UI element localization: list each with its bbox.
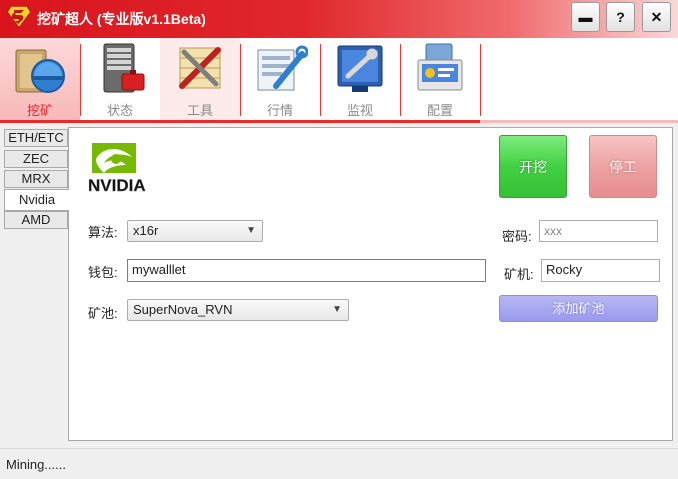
tab-monitor-label: 监视 bbox=[346, 103, 373, 118]
password-input[interactable]: xxx bbox=[539, 220, 658, 242]
miner-helmet-icon bbox=[15, 49, 65, 93]
sidebar-item-zec[interactable]: ZEC bbox=[4, 150, 68, 168]
algorithm-value: x16r bbox=[133, 223, 159, 238]
tab-market-label: 行情 bbox=[266, 103, 293, 118]
tab-config-label: 配置 bbox=[426, 103, 453, 118]
status-text: Mining...... bbox=[6, 457, 66, 472]
stop-mining-button[interactable]: 停工 bbox=[589, 135, 657, 198]
tab-status[interactable]: 状态 bbox=[80, 38, 160, 120]
worker-input[interactable]: Rocky bbox=[541, 259, 660, 282]
status-bar: Mining...... bbox=[0, 448, 678, 479]
superman-logo-icon bbox=[7, 6, 31, 28]
tab-divider bbox=[480, 44, 481, 116]
pool-label: 矿池: bbox=[88, 306, 118, 321]
sidebar-item-mrx[interactable]: MRX bbox=[4, 170, 68, 188]
password-label: 密码: bbox=[502, 229, 532, 244]
sidebar-item-eth-etc[interactable]: ETH/ETC bbox=[4, 129, 68, 147]
algorithm-select[interactable]: x16r ▼ bbox=[127, 220, 263, 242]
chevron-down-icon: ▼ bbox=[246, 225, 256, 236]
worker-label: 矿机: bbox=[504, 267, 534, 282]
sidebar-item-amd[interactable]: AMD bbox=[4, 211, 68, 229]
title-bar: 挖矿超人 (专业版v1.1Beta) ▬ ? ✕ bbox=[0, 0, 678, 38]
tab-mining-label: 挖矿 bbox=[26, 103, 53, 118]
wallet-input[interactable]: mywalllet bbox=[127, 259, 486, 282]
tab-tools-label: 工具 bbox=[186, 103, 213, 118]
settings-config-icon bbox=[417, 43, 463, 91]
chevron-down-icon: ▼ bbox=[332, 304, 342, 315]
tab-market[interactable]: 行情 bbox=[240, 38, 320, 120]
window-title: 挖矿超人 (专业版v1.1Beta) bbox=[37, 11, 206, 27]
sidebar-item-nvidia[interactable]: Nvidia bbox=[4, 189, 69, 211]
pool-value: SuperNova_RVN bbox=[133, 302, 233, 317]
brand-logo-text: NVIDIA bbox=[88, 176, 146, 195]
nvidia-logo-icon: NVIDIA bbox=[88, 143, 146, 195]
tab-tools[interactable]: 工具 bbox=[160, 38, 240, 120]
add-pool-button[interactable]: 添加矿池 bbox=[499, 295, 658, 322]
market-chart-icon bbox=[257, 45, 308, 91]
start-mining-button[interactable]: 开挖 bbox=[499, 135, 567, 198]
tab-config[interactable]: 配置 bbox=[400, 38, 480, 120]
help-button[interactable]: ? bbox=[606, 2, 635, 32]
tab-status-label: 状态 bbox=[106, 103, 133, 118]
monitor-wrench-icon bbox=[337, 45, 383, 92]
server-status-icon bbox=[103, 43, 145, 93]
tools-icon bbox=[179, 47, 221, 89]
algorithm-label: 算法: bbox=[88, 225, 118, 240]
tab-monitor[interactable]: 监视 bbox=[320, 38, 400, 120]
tab-mining[interactable]: 挖矿 bbox=[0, 38, 80, 120]
close-button[interactable]: ✕ bbox=[642, 2, 671, 32]
wallet-label: 钱包: bbox=[88, 265, 118, 280]
pool-select[interactable]: SuperNova_RVN ▼ bbox=[127, 299, 349, 321]
minimize-button[interactable]: ▬ bbox=[571, 2, 600, 32]
